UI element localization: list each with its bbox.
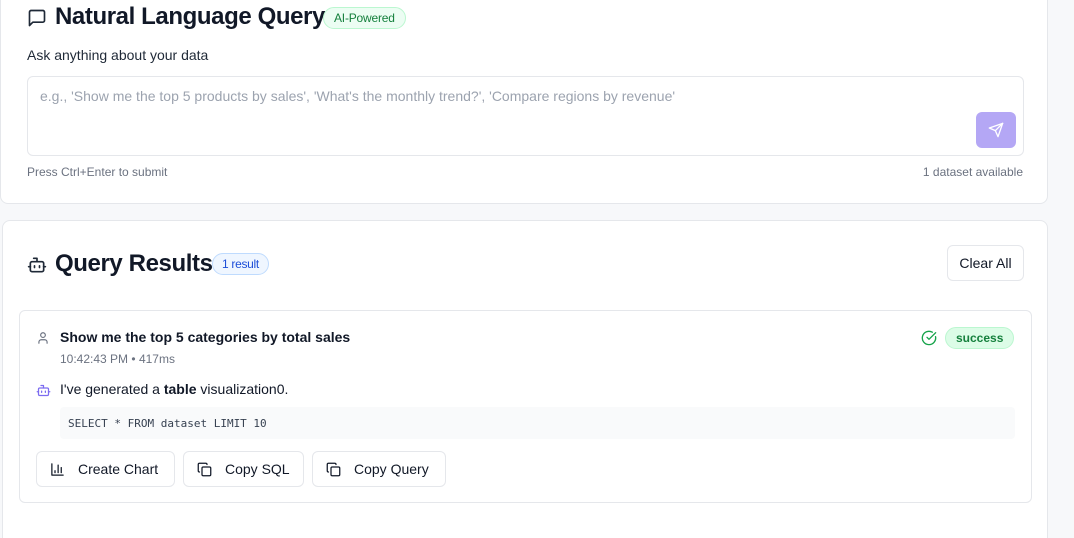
result-answer: I've generated a table visualization0. <box>60 381 288 397</box>
status-badge: success <box>945 327 1015 349</box>
answer-prefix: I've generated a <box>60 381 164 397</box>
ai-powered-badge: AI-Powered <box>323 7 406 29</box>
user-icon <box>36 331 50 345</box>
meta-separator: • <box>131 352 136 366</box>
copy-sql-label: Copy SQL <box>225 461 290 477</box>
sql-text: SELECT * FROM dataset LIMIT 10 <box>68 416 267 430</box>
sql-code-block: SELECT * FROM dataset LIMIT 10 <box>60 407 1015 439</box>
page-title: Natural Language Query <box>55 3 325 30</box>
answer-suffix: visualization0. <box>196 381 289 397</box>
bot-icon <box>27 255 47 275</box>
nlq-card: Natural Language Query AI-Powered Ask an… <box>0 0 1048 204</box>
result-duration: 417ms <box>138 352 175 366</box>
result-item: Show me the top 5 categories by total sa… <box>19 310 1032 503</box>
results-title: Query Results <box>55 250 213 277</box>
clear-all-label: Clear All <box>959 255 1012 271</box>
query-input[interactable]: e.g., 'Show me the top 5 products by sal… <box>27 76 1024 156</box>
dataset-count: 1 dataset available <box>922 165 1023 179</box>
create-chart-button[interactable]: Create Chart <box>36 451 175 487</box>
copy-query-label: Copy Query <box>354 461 429 477</box>
copy-icon <box>326 462 341 477</box>
results-card: Query Results 1 result Clear All Show me… <box>2 220 1048 538</box>
copy-icon <box>197 462 212 477</box>
copy-sql-button[interactable]: Copy SQL <box>183 451 304 487</box>
prompt-label: Ask anything about your data <box>27 47 209 63</box>
send-button[interactable] <box>976 112 1016 148</box>
result-question: Show me the top 5 categories by total sa… <box>60 329 351 345</box>
answer-viz-type: table <box>163 381 197 397</box>
create-chart-label: Create Chart <box>78 461 159 477</box>
send-icon <box>988 122 1004 138</box>
copy-query-button[interactable]: Copy Query <box>312 451 446 487</box>
message-square-icon <box>27 8 47 28</box>
query-input-placeholder: e.g., 'Show me the top 5 products by sal… <box>40 88 676 104</box>
check-circle-icon <box>921 330 937 346</box>
submit-hint: Press Ctrl+Enter to submit <box>27 165 168 179</box>
bot-small-icon <box>36 383 51 398</box>
result-time: 10:42:43 PM <box>60 352 129 366</box>
result-count-badge: 1 result <box>212 253 269 275</box>
clear-all-button[interactable]: Clear All <box>947 245 1024 281</box>
result-meta: 10:42:43 PM • 417ms <box>60 352 175 366</box>
bar-chart-icon <box>50 462 65 477</box>
